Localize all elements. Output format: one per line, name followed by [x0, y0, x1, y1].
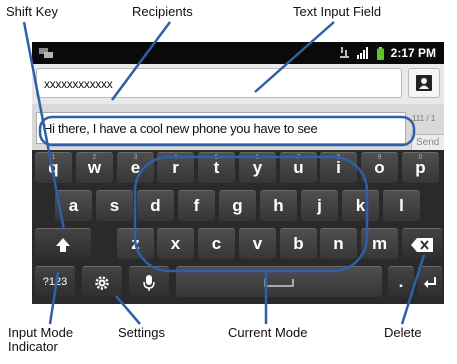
callout-delete: Delete: [384, 325, 422, 340]
key-i-hint: 8: [336, 154, 341, 161]
status-bar: 2:17 PM: [32, 42, 444, 64]
shift-arrow-icon: [56, 237, 70, 252]
phone-screen: 2:17 PM xxxxxxxxxxxx Hi there, I have a …: [32, 42, 444, 304]
enter-icon: [424, 276, 436, 288]
key-s[interactable]: s: [96, 190, 133, 221]
space-key[interactable]: [176, 266, 382, 297]
callout-input-mode: Input Mode Indicator: [8, 326, 73, 354]
key-q[interactable]: 1q: [35, 152, 72, 183]
key-n[interactable]: n: [320, 228, 357, 259]
key-u-hint: 7: [296, 154, 301, 161]
signal-icon: [356, 47, 368, 59]
key-c[interactable]: c: [198, 228, 235, 259]
message-row: Hi there, I have a cool new phone you ha…: [32, 104, 444, 150]
key-r-hint: 4: [173, 154, 178, 161]
key-b[interactable]: b: [280, 228, 317, 259]
callout-current-mode: Current Mode: [228, 325, 308, 340]
key-f[interactable]: f: [178, 190, 215, 221]
recipient-row: xxxxxxxxxxxx: [32, 64, 444, 104]
gear-icon: [95, 275, 109, 290]
key-k[interactable]: k: [342, 190, 379, 221]
key-u[interactable]: 7u: [280, 152, 317, 183]
settings-key[interactable]: [82, 266, 122, 297]
callout-text-input-field: Text Input Field: [293, 4, 382, 19]
key-o-hint: 9: [377, 154, 382, 161]
key-q-hint: 1: [51, 154, 56, 161]
callout-recipients: Recipients: [132, 4, 193, 19]
backspace-icon: [411, 237, 433, 252]
status-time: 2:17 PM: [390, 46, 436, 60]
key-a[interactable]: a: [55, 190, 92, 221]
callout-shift-key: Shift Key: [6, 4, 59, 19]
key-p-hint: 0: [418, 154, 423, 161]
key-y[interactable]: 6y: [239, 152, 276, 183]
key-e-hint: 3: [133, 154, 138, 161]
delete-key[interactable]: [402, 228, 442, 259]
message-value: Hi there, I have a cool new phone you ha…: [43, 121, 318, 136]
key-y-hint: 6: [255, 154, 260, 161]
callout-input-mode-line2: Indicator: [8, 339, 58, 354]
virtual-keyboard: 1q 2w 3e 4r 5t 6y 7u 8i 9o 0p a s d f g …: [32, 150, 444, 304]
character-counter: 111 / 1: [412, 114, 436, 123]
key-x[interactable]: x: [157, 228, 194, 259]
recipient-value: xxxxxxxxxxxx: [44, 77, 113, 91]
input-mode-key[interactable]: ?123: [35, 266, 75, 297]
space-bar-icon: [264, 278, 294, 287]
shift-key[interactable]: [35, 228, 91, 259]
key-e[interactable]: 3e: [117, 152, 154, 183]
battery-icon: [376, 46, 384, 60]
callout-settings: Settings: [118, 325, 165, 340]
microphone-icon: [143, 274, 155, 291]
key-t-hint: 5: [214, 154, 219, 161]
key-i[interactable]: 8i: [320, 152, 357, 183]
voice-input-key[interactable]: [129, 266, 169, 297]
period-key[interactable]: .: [388, 266, 414, 297]
message-input[interactable]: Hi there, I have a cool new phone you ha…: [36, 112, 406, 144]
sync-icon: [39, 48, 53, 58]
key-r[interactable]: 4r: [157, 152, 194, 183]
status-icons: 2:17 PM: [339, 42, 436, 64]
key-v[interactable]: v: [239, 228, 276, 259]
key-z[interactable]: z: [117, 228, 154, 259]
key-t[interactable]: 5t: [198, 152, 235, 183]
key-o[interactable]: 9o: [361, 152, 398, 183]
send-button[interactable]: Send: [411, 134, 444, 150]
enter-key[interactable]: [418, 266, 442, 297]
key-l[interactable]: l: [383, 190, 420, 221]
callout-input-mode-line1: Input Mode: [8, 325, 74, 340]
contact-card-icon: [416, 75, 432, 91]
key-m[interactable]: m: [361, 228, 398, 259]
recipient-input[interactable]: xxxxxxxxxxxx: [36, 68, 402, 98]
key-h[interactable]: h: [260, 190, 297, 221]
key-d[interactable]: d: [137, 190, 174, 221]
key-w[interactable]: 2w: [76, 152, 113, 183]
key-j[interactable]: j: [301, 190, 338, 221]
key-w-hint: 2: [92, 154, 97, 161]
network-type-icon: [339, 47, 349, 58]
key-g[interactable]: g: [219, 190, 256, 221]
key-p[interactable]: 0p: [402, 152, 439, 183]
contacts-button[interactable]: [408, 68, 440, 98]
